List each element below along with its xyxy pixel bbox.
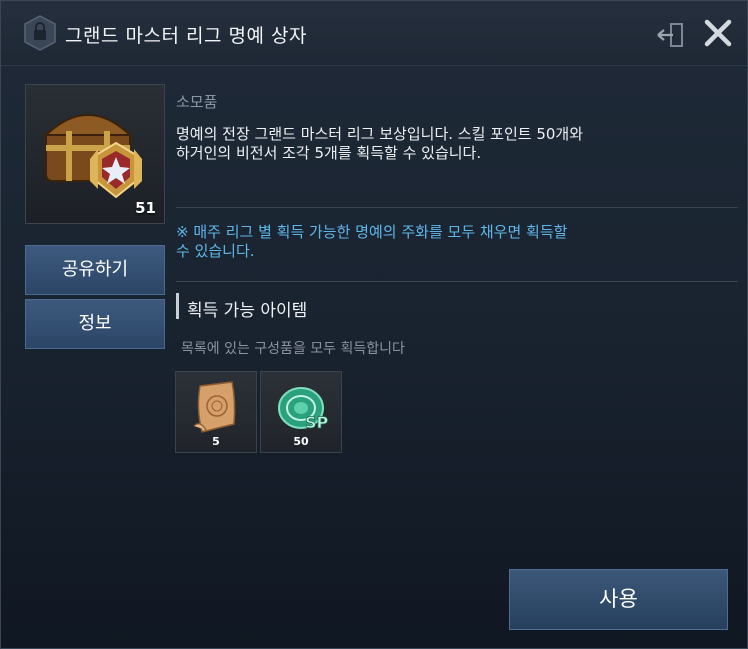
close-icon[interactable] [703, 18, 733, 48]
reward-item[interactable]: 5 [175, 371, 257, 453]
info-button[interactable]: 정보 [25, 299, 165, 349]
svg-text:SP: SP [305, 413, 329, 432]
rewards-subtitle: 목록에 있는 구성품을 모두 획득합니다 [181, 341, 405, 357]
item-detail-window: 그랜드 마스터 리그 명예 상자 51 공유하기 정보 소모품 명예의 전장 그… [0, 0, 748, 649]
title-bar: 그랜드 마스터 리그 명예 상자 [1, 1, 747, 66]
item-category: 소모품 [176, 93, 218, 111]
divider [176, 207, 738, 208]
section-marker [176, 293, 179, 319]
reward-quantity: 5 [212, 435, 220, 448]
reward-quantity: 50 [293, 435, 309, 448]
item-description: 명예의 전장 그랜드 마스터 리그 보상입니다. 스킬 포인트 50개와 하거인… [176, 125, 584, 162]
use-button[interactable]: 사용 [509, 569, 728, 630]
share-button[interactable]: 공유하기 [25, 245, 165, 295]
item-thumbnail: 51 [25, 84, 165, 224]
divider [176, 281, 738, 282]
exit-icon[interactable] [655, 21, 685, 49]
reward-item[interactable]: SP 50 [260, 371, 342, 453]
chest-emblem-icon [24, 15, 56, 51]
acquire-notice: ※ 매주 리그 별 획득 가능한 명예의 주화를 모두 채우면 획득할 수 있습… [176, 223, 568, 260]
rewards-title: 획득 가능 아이템 [187, 301, 308, 321]
window-title: 그랜드 마스터 리그 명예 상자 [65, 25, 307, 47]
item-quantity: 51 [135, 199, 156, 217]
